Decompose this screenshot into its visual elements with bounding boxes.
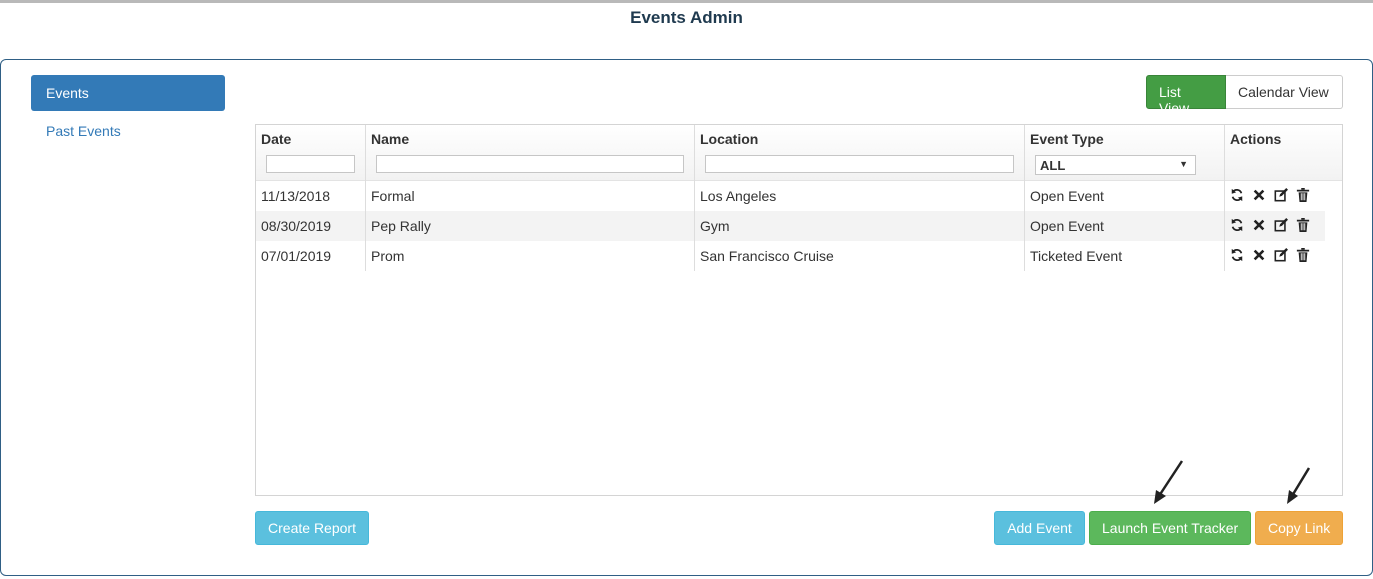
name-filter-input[interactable] [376,155,684,173]
column-date: Date [256,125,366,181]
launch-event-tracker-button[interactable]: Launch Event Tracker [1089,511,1251,545]
column-header-label: Location [700,131,759,147]
cell-date: 08/30/2019 [256,211,366,241]
cell-type: Ticketed Event [1025,241,1225,271]
edit-icon[interactable] [1273,187,1289,203]
column-header-label: Event Type [1030,131,1104,147]
annotation-arrow-icon [1287,467,1311,504]
column-header-label: Actions [1230,131,1282,147]
close-icon[interactable] [1251,217,1267,233]
table-row[interactable]: 07/01/2019 Prom San Francisco Cruise Ticket… [256,241,1325,271]
column-event-type: Event Type ALL ▼ [1025,125,1225,181]
close-icon[interactable] [1251,247,1267,263]
cell-location: Los Angeles [695,181,1025,211]
cell-name: Formal [366,181,695,211]
cell-date: 07/01/2019 [256,241,366,271]
refresh-icon[interactable] [1229,247,1245,263]
cell-date: 11/13/2018 [256,181,366,211]
table-row[interactable]: 08/30/2019 Pep Rally Gym Open Event [256,211,1325,241]
column-header-label: Date [261,131,292,147]
trash-icon[interactable] [1295,187,1311,203]
grid-header: Date Name Location Event Type ALL ▼ Acti… [256,125,1342,181]
date-filter-input[interactable] [266,155,355,173]
chevron-down-icon: ▼ [1179,159,1188,169]
copy-link-button[interactable]: Copy Link [1255,511,1343,545]
page-title: Events Admin [630,8,743,27]
column-actions: Actions [1225,125,1342,181]
top-border [0,0,1373,3]
cell-type: Open Event [1025,211,1225,241]
location-filter-input[interactable] [705,155,1014,173]
row-actions [1224,211,1316,241]
add-event-button[interactable]: Add Event [994,511,1085,545]
column-header-label: Name [371,131,410,147]
trash-icon[interactable] [1295,217,1311,233]
refresh-icon[interactable] [1229,217,1245,233]
table-row[interactable]: 11/13/2018 Formal Los Angeles Open Event [256,181,1325,211]
close-icon[interactable] [1251,187,1267,203]
cell-name: Prom [366,241,695,271]
event-type-filter-select[interactable]: ALL ▼ [1035,155,1196,175]
cell-type: Open Event [1025,181,1225,211]
trash-icon[interactable] [1295,247,1311,263]
edit-icon[interactable] [1273,247,1289,263]
row-actions [1224,241,1316,271]
row-actions [1224,181,1316,211]
create-report-button[interactable]: Create Report [255,511,369,545]
sidebar-item-events[interactable]: Events [31,75,225,111]
events-grid: Date Name Location Event Type ALL ▼ Acti… [255,124,1343,496]
event-type-filter-value: ALL [1040,158,1066,173]
sidebar-item-past-events[interactable]: Past Events [46,123,121,139]
view-toggle: List View Calendar View [1146,75,1343,116]
column-location: Location [695,125,1025,181]
calendar-view-button[interactable]: Calendar View [1226,75,1343,109]
cell-location: Gym [695,211,1025,241]
cell-name: Pep Rally [366,211,695,241]
edit-icon[interactable] [1273,217,1289,233]
list-view-button[interactable]: List View [1146,75,1226,116]
column-name: Name [366,125,695,181]
refresh-icon[interactable] [1229,187,1245,203]
cell-location: San Francisco Cruise [695,241,1025,271]
annotation-arrow-icon [1154,460,1184,504]
